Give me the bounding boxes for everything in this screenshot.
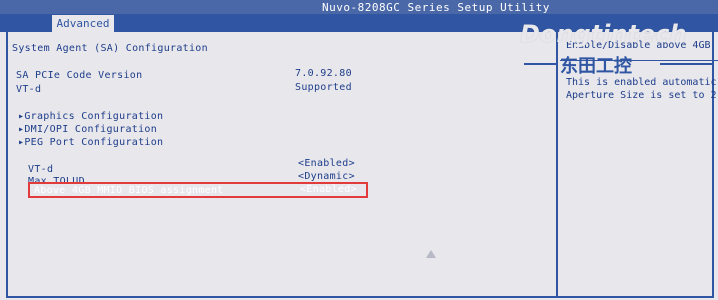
bios-screen: Nuvo-8208GC Series Setup Utility Advance… (0, 0, 718, 300)
setting-value-above-4gb-mmio[interactable]: <Enabled> (300, 184, 357, 195)
setting-value-max-tolud[interactable]: <Dynamic> (298, 171, 355, 182)
panel-divider (556, 32, 558, 298)
mouse-cursor-icon (426, 250, 436, 258)
setting-label-vt-d: VT-d (28, 164, 54, 175)
info-value-vt-d: Supported (295, 82, 352, 93)
setting-value-vt-d[interactable]: <Enabled> (298, 158, 355, 169)
info-label-sa-pcie-code-version: SA PCIe Code Version (16, 70, 143, 81)
info-value-sa-pcie-code-version: 7.0.92.80 (295, 68, 352, 79)
submenu-dmi-opi-configuration[interactable]: ▸DMI/OPI Configuration (18, 124, 157, 135)
setting-label-above-4gb-mmio[interactable]: Above 4GB MMIO BIOS assignment (34, 185, 224, 196)
submenu-peg-port-configuration[interactable]: ▸PEG Port Configuration (18, 137, 163, 148)
page-title: System Agent (SA) Configuration (12, 43, 208, 54)
help-line-2: This is enabled automatic (566, 77, 717, 88)
watermark-subtitle: 东田工控 (560, 56, 632, 77)
window-title: Nuvo-8208GC Series Setup Utility (322, 1, 550, 14)
title-bar: Nuvo-8208GC Series Setup Utility (0, 0, 718, 14)
help-line-3: Aperture Size is set to 2 (566, 90, 717, 101)
submenu-graphics-configuration[interactable]: ▸Graphics Configuration (18, 111, 163, 122)
info-label-vt-d: VT-d (16, 84, 42, 95)
watermark-line-left (524, 63, 558, 65)
watermark-logo: Dongtintech (520, 20, 687, 48)
watermark-line-right (660, 63, 712, 65)
tab-advanced[interactable]: Advanced (52, 15, 114, 32)
